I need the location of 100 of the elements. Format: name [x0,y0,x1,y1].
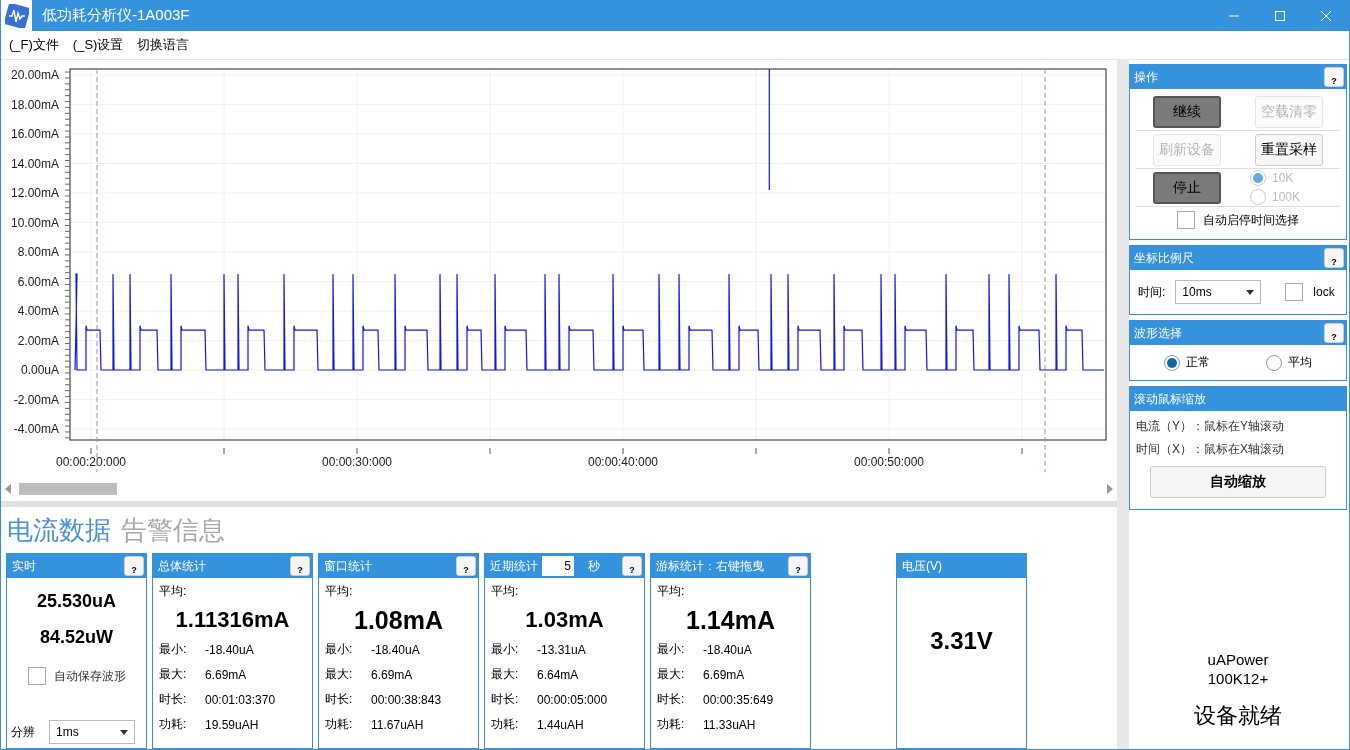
stat-value: 6.64mA [537,667,579,682]
scrollbar-thumb[interactable] [19,483,117,496]
help-button[interactable]: ? [788,556,808,576]
cursor-line[interactable] [1044,68,1046,473]
power-value: 84.52uW [39,627,114,649]
help-button[interactable]: ? [290,556,310,576]
y-axis-label: -4.00mA [13,422,59,436]
window-title: 低功耗分析仪-1A003F [42,6,191,25]
stat-label: 最小: [491,641,520,658]
checkbox-label: 自动启停时间选择 [1203,211,1299,229]
stat-value: 00:00:35:649 [703,692,774,707]
stat-value: 11.67uAH [371,717,424,732]
auto-zoom-button[interactable]: 自动缩放 [1150,466,1326,498]
stat-value: 00:01:03:370 [205,692,276,707]
menu-item[interactable]: (_S)设置 [72,34,124,56]
stat-label: 时长: [325,691,354,708]
dropdown-arrow-icon [120,729,128,735]
card-title: 近期统计 [490,557,538,575]
y-axis-label: 6.00mA [17,274,59,289]
stat-label: 平均: [325,583,354,600]
device-model: uAPower [1207,651,1269,668]
checkbox[interactable] [1177,211,1195,229]
stat-label: 时长: [491,691,520,708]
y-axis-label: 18.00mA [10,97,59,112]
panel-title: 滚动鼠标缩放 [1134,390,1207,408]
card-title: 游标统计：右键拖曳 [656,557,765,575]
hint-text: 时间（X）：鼠标在X轴滚动 [1136,441,1285,458]
stat-value: -13.31uA [537,642,586,657]
radio-option[interactable]: 平均 [1266,354,1312,371]
y-axis-label: 16.00mA [10,127,59,141]
waveform-logo-icon [4,3,29,28]
stat-label: 平均: [159,583,188,600]
voltage-value: 3.31V [929,627,994,655]
stat-label: 最小: [657,641,686,658]
help-button[interactable]: ? [456,556,476,576]
help-button[interactable]: ? [1324,323,1344,343]
stat-label: 功耗: [491,716,520,733]
card-title: 窗口统计 [324,557,373,575]
stat-label: 最大: [159,666,188,683]
checkbox-label: lock [1313,285,1335,299]
panel-title: 操作 [1134,68,1159,86]
action-button[interactable]: 重置采样 [1255,133,1323,166]
resolution-dropdown[interactable]: 1ms [49,720,135,744]
checkbox-label: 自动保存波形 [53,667,126,685]
stat-label: 功耗: [325,716,354,733]
y-axis-label: 14.00mA [10,156,59,171]
stat-label: 功耗: [657,716,686,733]
card-title: 总体统计 [158,557,207,575]
menu-item[interactable]: (_F)文件 [9,34,59,56]
time-scale-dropdown[interactable]: 10ms [1175,280,1262,304]
stat-label: 最小: [325,641,354,658]
help-button[interactable]: ? [124,556,144,576]
help-button[interactable]: ? [622,556,642,576]
stat-label: 最大: [325,666,354,683]
help-button[interactable]: ? [1324,248,1344,268]
action-button[interactable]: 继续 [1153,95,1221,128]
average-value: 1.14mA [685,605,776,636]
stat-value: 6.69mA [205,667,247,682]
stat-value: 6.69mA [371,667,413,682]
help-button[interactable]: ? [1324,67,1344,87]
x-axis-label: 00:00:40:000 [587,455,659,469]
device-variant: 100K12+ [1207,670,1269,687]
panel-title: 坐标比例尺 [1134,249,1195,267]
checkbox[interactable] [27,667,46,685]
current-value: 25.530uA [35,591,118,613]
action-button[interactable]: 停止 [1153,171,1221,204]
seconds-field[interactable]: 5 [542,556,574,576]
stat-label: 最大: [491,666,520,683]
field-label: 分辨 [11,723,36,741]
hint-text: 电流（Y）：鼠标在Y轴滚动 [1136,418,1285,435]
stat-value: 19.59uAH [205,717,259,732]
device-status: 设备就绪 [1194,702,1282,730]
x-axis-label: 00:00:20:000 [55,455,127,469]
stat-value: 11.33uAH [703,717,756,732]
radio-option[interactable]: 正常 [1164,354,1210,371]
y-axis-label: 12.00mA [10,186,59,200]
y-axis-label: 0.00uA [20,363,59,377]
stat-label: 平均: [657,583,686,600]
scroll-right-icon[interactable] [1107,484,1113,495]
panel-title: 波形选择 [1134,324,1183,342]
field-label: 时间: [1138,283,1166,301]
average-value: 1.03mA [524,606,605,634]
scroll-left-icon[interactable] [5,484,11,495]
maximize-icon [1275,10,1285,21]
y-axis-label: -2.00mA [13,392,59,407]
stat-value: -18.40uA [205,642,254,657]
checkbox[interactable] [1285,283,1304,301]
stat-value: -18.40uA [371,642,420,657]
stat-value: 1.44uAH [537,717,584,732]
menu-item[interactable]: 切换语言 [137,34,190,56]
stat-label: 时长: [159,691,188,708]
stat-value: 00:00:05:000 [537,692,608,707]
stat-value: 6.69mA [703,667,745,682]
unit-label: 秒 [588,557,600,575]
y-axis-label: 20.00mA [10,68,59,82]
stat-label: 最大: [657,666,686,683]
cursor-line[interactable] [96,68,98,473]
card-title: 实时 [12,557,37,575]
close-icon [1321,10,1331,21]
card-title: 电压(V) [902,557,943,575]
